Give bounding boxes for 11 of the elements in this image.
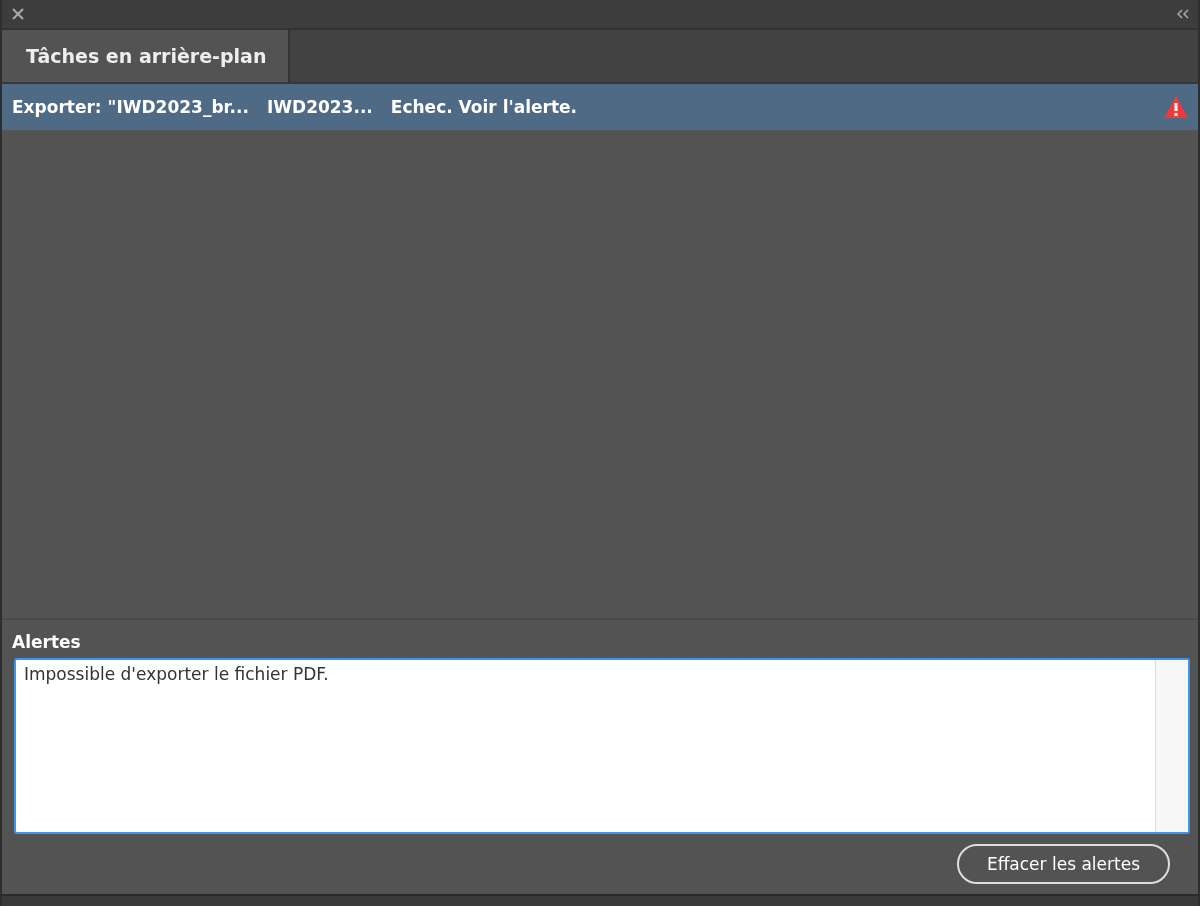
alerts-label: Alertes (11, 631, 82, 654)
warning-icon (1164, 96, 1188, 118)
task-row[interactable]: Exporter: "IWD2023_br... IWD2023... Echec. Voir l'alerte. (2, 84, 1198, 130)
tab[interactable]: Tâches en arrière-plan (2, 30, 291, 82)
document-name: IWD2023... (266, 97, 373, 117)
close-icon[interactable] (12, 8, 24, 20)
alerts-field[interactable]: Impossible d'exporter le fichier PDF. (14, 658, 1190, 834)
collapse-icon[interactable] (1177, 9, 1190, 19)
task-status: Echec. Voir l'alerte. (390, 97, 577, 117)
clear-alerts-button[interactable]: Effacer les alertes (956, 844, 1170, 884)
task-name: Exporter: "IWD2023_br... (12, 97, 249, 117)
